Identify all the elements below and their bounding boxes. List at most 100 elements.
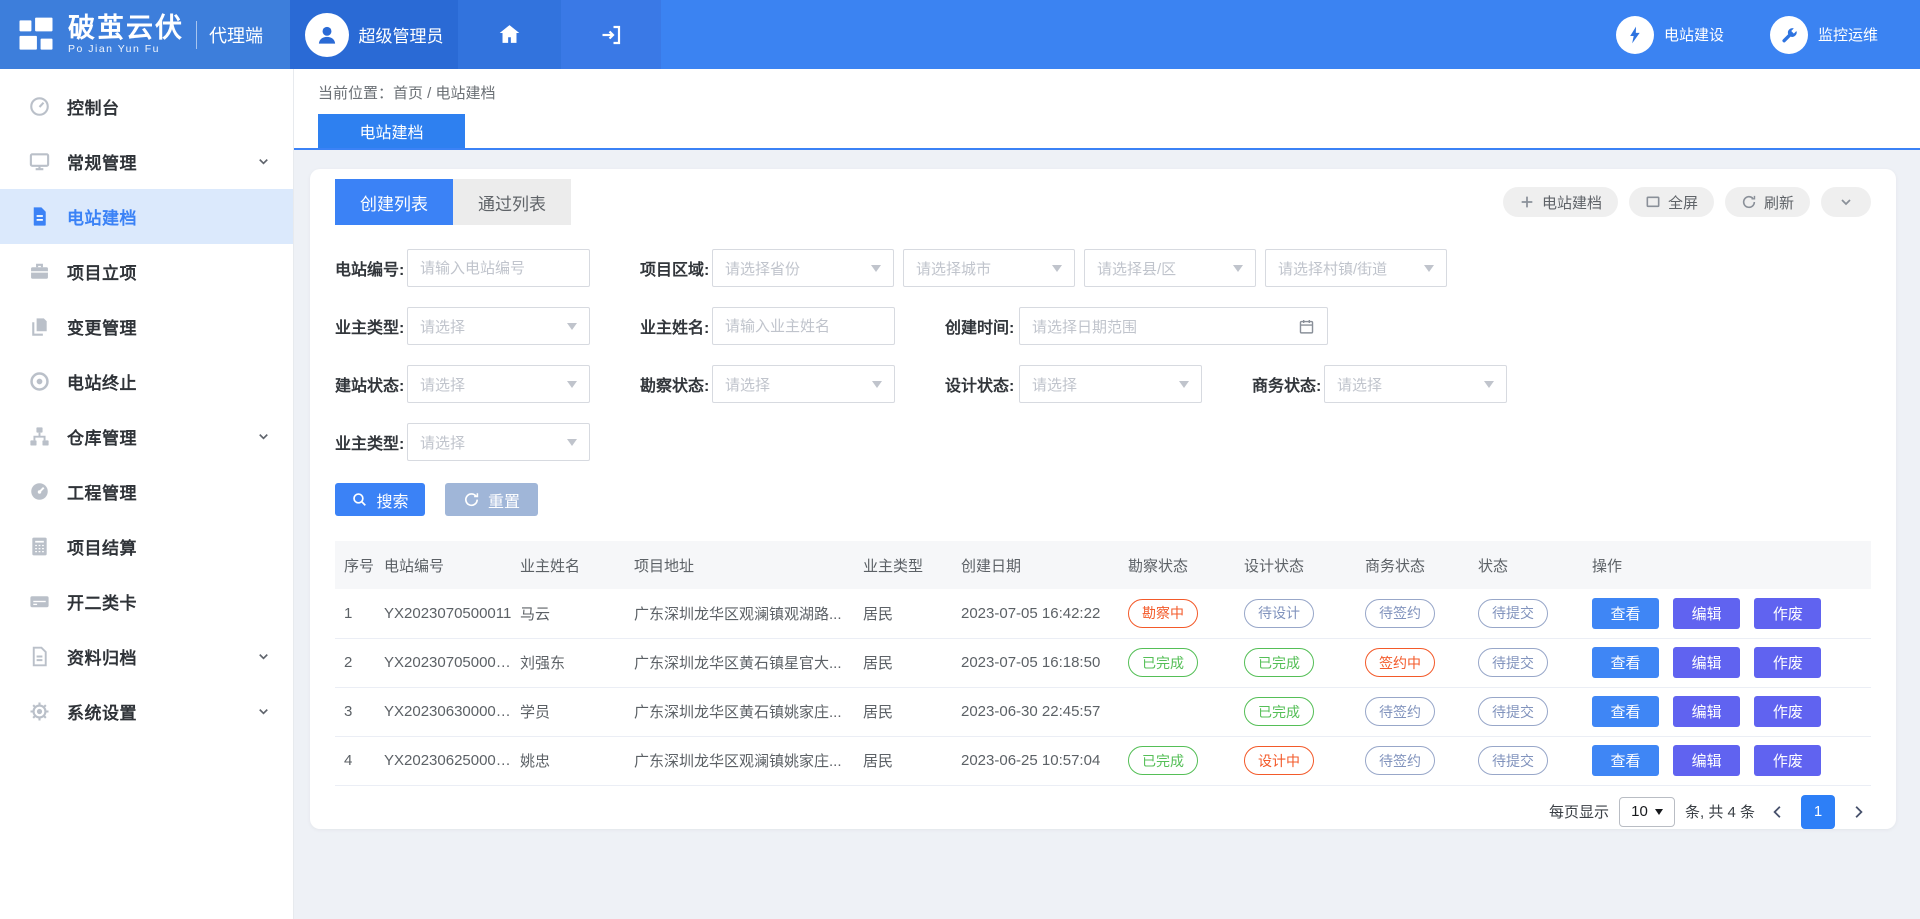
sidebar-item-general-mgmt[interactable]: 常规管理 — [0, 134, 293, 189]
plus-icon — [1519, 194, 1535, 210]
home-button[interactable] — [458, 0, 561, 69]
status-badge: 待签约 — [1365, 746, 1435, 775]
sidebar-item-project-initiation[interactable]: 项目立项 — [0, 244, 293, 299]
sidebar-item-open-card[interactable]: 开二类卡 — [0, 574, 293, 629]
nav-monitor-ops[interactable]: 监控运维 — [1770, 16, 1878, 54]
nav-station-build[interactable]: 电站建设 — [1616, 16, 1724, 54]
view-button[interactable]: 查看 — [1592, 745, 1659, 776]
caret-down-icon — [1179, 381, 1189, 393]
sitemap-icon — [28, 425, 52, 448]
breadcrumb-bar: 当前位置：首页 / 电站建档 电站建档 — [294, 69, 1920, 150]
status-badge: 待提交 — [1478, 746, 1548, 775]
status-badge: 待提交 — [1478, 697, 1548, 726]
edit-button[interactable]: 编辑 — [1673, 745, 1740, 776]
sidebar-item-file-archive[interactable]: 资料归档 — [0, 629, 293, 684]
calculator-icon — [28, 535, 52, 558]
caret-down-icon — [872, 381, 882, 393]
calendar-icon — [1298, 318, 1315, 335]
logo-icon — [14, 13, 58, 57]
filter-station-code: 电站编号: — [335, 249, 590, 287]
logo-subtitle: Po Jian Yun Fu — [68, 44, 184, 55]
sidebar-item-project-settlement[interactable]: 项目结算 — [0, 519, 293, 574]
content: 创建列表 通过列表 电站建档 全屏 — [294, 150, 1920, 919]
monitor-icon — [28, 150, 52, 173]
portal-label: 代理端 — [209, 22, 273, 48]
void-button[interactable]: 作废 — [1754, 598, 1821, 629]
city-select[interactable]: 请选择城市 — [903, 249, 1075, 287]
sidebar-item-system-settings[interactable]: 系统设置 — [0, 684, 293, 739]
date-range-input[interactable]: 请选择日期范围 — [1019, 307, 1328, 345]
sidebar-item-station-archive[interactable]: 电站建档 — [0, 189, 293, 244]
owner-type-2-select[interactable]: 请选择 — [407, 423, 590, 461]
void-button[interactable]: 作废 — [1754, 647, 1821, 678]
view-button[interactable]: 查看 — [1592, 647, 1659, 678]
target-icon — [28, 370, 52, 393]
page-tab-station-archive[interactable]: 电站建档 — [318, 114, 465, 148]
sidebar-item-engineering-mgmt[interactable]: 工程管理 — [0, 464, 293, 519]
edit-button[interactable]: 编辑 — [1673, 696, 1740, 727]
lightning-icon — [1616, 16, 1654, 54]
status-badge: 签约中 — [1365, 648, 1435, 677]
file-icon — [28, 645, 52, 668]
void-button[interactable]: 作废 — [1754, 745, 1821, 776]
caret-down-icon — [567, 439, 577, 451]
view-button[interactable]: 查看 — [1592, 598, 1659, 629]
edit-button[interactable]: 编辑 — [1673, 647, 1740, 678]
per-page-select[interactable]: 10 — [1619, 797, 1675, 827]
page-number[interactable]: 1 — [1801, 795, 1835, 829]
build-status-select[interactable]: 请选择 — [407, 365, 590, 403]
edit-button[interactable]: 编辑 — [1673, 598, 1740, 629]
chevron-down-icon — [1838, 194, 1854, 210]
prev-page-button[interactable] — [1765, 803, 1791, 821]
sidebar-item-station-terminate[interactable]: 电站终止 — [0, 354, 293, 409]
business-status-select[interactable]: 请选择 — [1324, 365, 1507, 403]
survey-status-select[interactable]: 请选择 — [712, 365, 895, 403]
nav-station-build-label: 电站建设 — [1664, 24, 1724, 45]
archive-button[interactable]: 电站建档 — [1503, 187, 1618, 217]
county-select[interactable]: 请选择县/区 — [1084, 249, 1256, 287]
document-icon — [28, 205, 52, 228]
refresh-button[interactable]: 刷新 — [1725, 187, 1810, 217]
sidebar: 控制台 常规管理 电站建档 — [0, 69, 294, 919]
fullscreen-button[interactable]: 全屏 — [1629, 187, 1714, 217]
filter-form: 电站编号: 项目区域: 请选择省份 请选择城市 — [335, 249, 1871, 516]
card: 创建列表 通过列表 电站建档 全屏 — [310, 169, 1896, 829]
void-button[interactable]: 作废 — [1754, 696, 1821, 727]
station-table: 序号 电站编号 业主姓名 项目地址 业主类型 创建日期 勘察状态 设计状态 商务… — [335, 541, 1871, 786]
caret-down-icon — [1424, 265, 1434, 277]
search-button[interactable]: 搜索 — [335, 483, 425, 516]
status-badge: 待提交 — [1478, 648, 1548, 677]
tab-create-list[interactable]: 创建列表 — [335, 179, 453, 225]
next-page-button[interactable] — [1845, 803, 1871, 821]
sidebar-item-warehouse-mgmt[interactable]: 仓库管理 — [0, 409, 293, 464]
town-select[interactable]: 请选择村镇/街道 — [1265, 249, 1447, 287]
caret-down-icon — [1655, 809, 1663, 819]
reset-button[interactable]: 重置 — [445, 483, 538, 516]
caret-down-icon — [567, 381, 577, 393]
per-page-label: 每页显示 — [1549, 801, 1609, 822]
chevron-down-icon — [256, 649, 271, 664]
sidebar-item-console[interactable]: 控制台 — [0, 79, 293, 134]
collapse-button[interactable] — [1821, 187, 1871, 217]
main-area: 当前位置：首页 / 电站建档 电站建档 创建列表 通过列表 电站建档 全屏 — [294, 69, 1920, 919]
user-menu[interactable]: 超级管理员 — [290, 0, 458, 69]
chevron-right-icon — [1849, 803, 1867, 821]
status-badge: 设计中 — [1244, 746, 1314, 775]
filter-create-time: 创建时间: 请选择日期范围 — [945, 307, 1328, 345]
design-status-select[interactable]: 请选择 — [1019, 365, 1202, 403]
filter-owner-name: 业主姓名: — [640, 307, 895, 345]
chevron-down-icon — [256, 429, 271, 444]
sidebar-item-change-mgmt[interactable]: 变更管理 — [0, 299, 293, 354]
logout-button[interactable] — [561, 0, 661, 69]
nav-monitor-ops-label: 监控运维 — [1818, 24, 1878, 45]
owner-name-input[interactable] — [712, 307, 895, 345]
owner-type-select[interactable]: 请选择 — [407, 307, 590, 345]
status-badge: 已完成 — [1128, 746, 1198, 775]
status-badge: 已完成 — [1244, 648, 1314, 677]
tab-passed-list[interactable]: 通过列表 — [453, 179, 571, 225]
province-select[interactable]: 请选择省份 — [712, 249, 894, 287]
caret-down-icon — [567, 323, 577, 335]
view-button[interactable]: 查看 — [1592, 696, 1659, 727]
station-code-input[interactable] — [407, 249, 590, 287]
filter-design-status: 设计状态: 请选择 — [945, 365, 1202, 403]
